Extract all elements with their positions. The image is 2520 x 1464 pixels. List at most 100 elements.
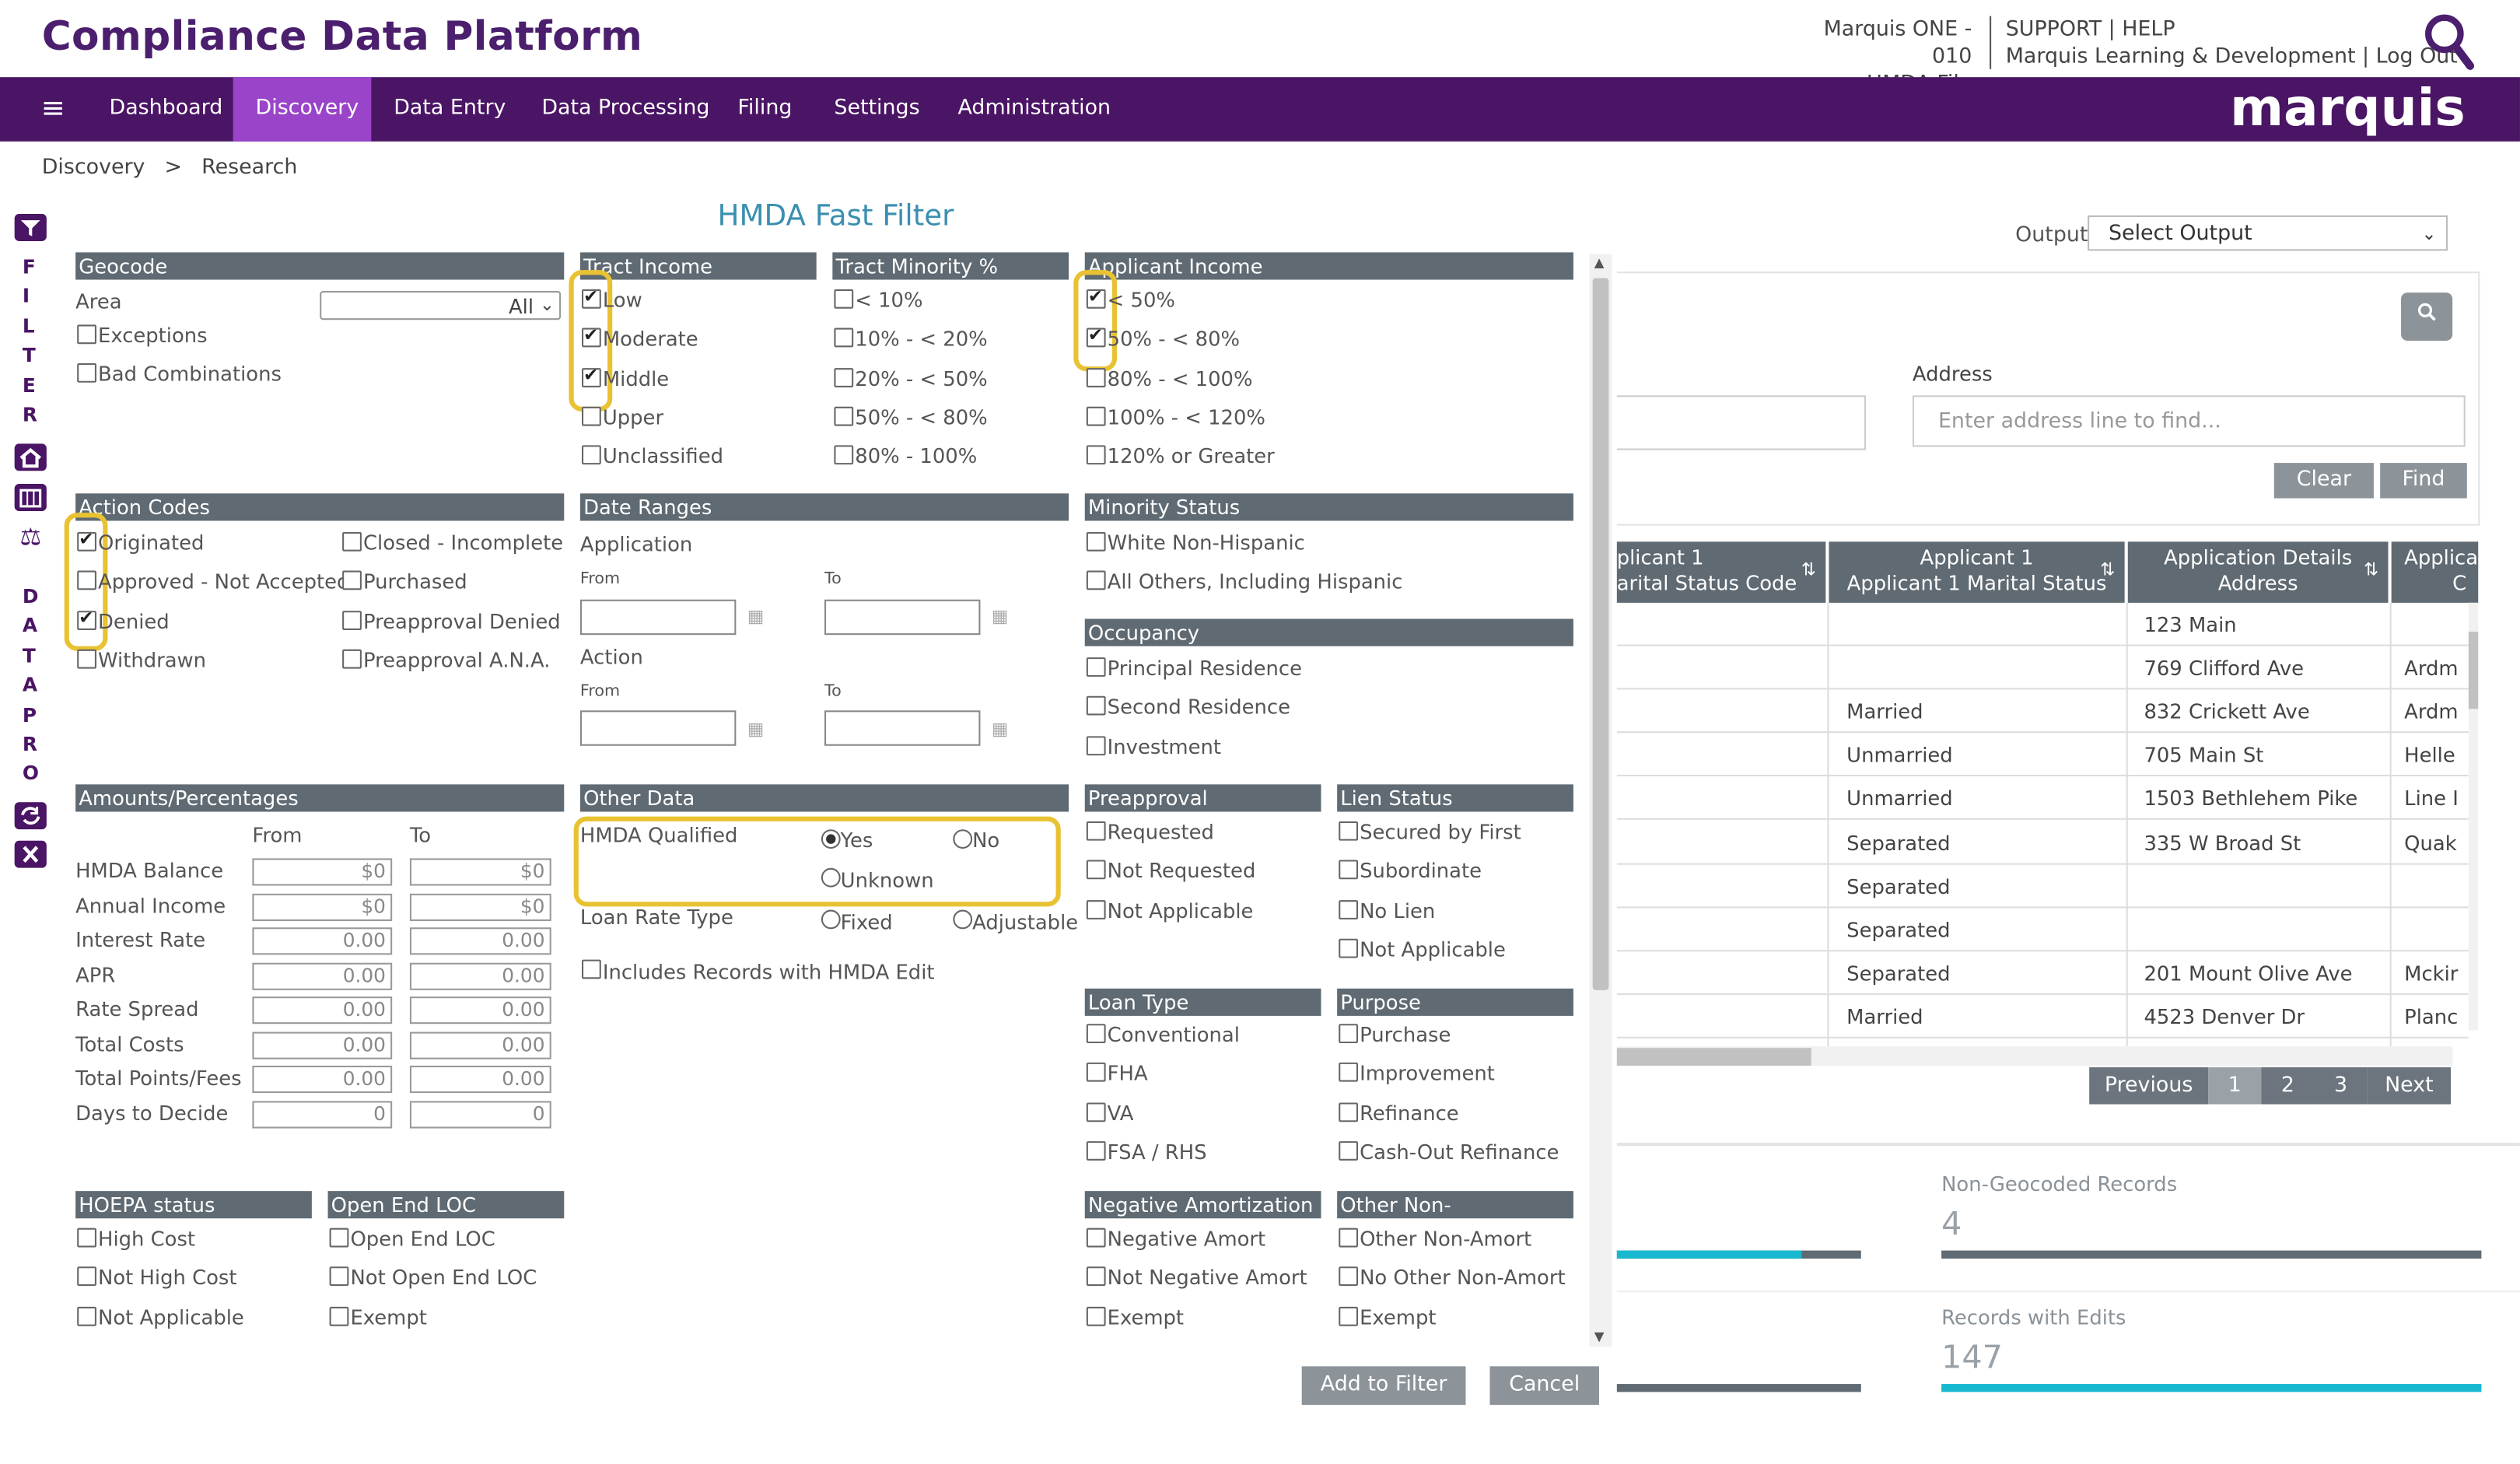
- previous-page-button[interactable]: Previous: [2089, 1067, 2209, 1105]
- support-help-link[interactable]: SUPPORT | HELP: [2006, 16, 2458, 44]
- horizontal-scroll-thumb[interactable]: [1616, 1048, 1811, 1066]
- find-button[interactable]: Find: [2380, 463, 2467, 499]
- denied-checkbox[interactable]: [77, 607, 96, 630]
- includes-edit-checkbox[interactable]: [582, 959, 601, 979]
- 10-checkbox[interactable]: [834, 289, 854, 309]
- approved-not-accepted-checkbox[interactable]: [77, 571, 96, 590]
- scroll-down-icon[interactable]: ▼: [1594, 1329, 1605, 1344]
- all-others-including-hispanic-checkbox[interactable]: [1086, 571, 1106, 590]
- 20-50-checkbox[interactable]: [834, 367, 854, 387]
- total-costs-to-input[interactable]: 0.00: [409, 1031, 551, 1059]
- withdrawn-checkbox[interactable]: [77, 649, 96, 669]
- white-non-hispanic-checkbox[interactable]: [1086, 531, 1106, 552]
- low-checkbox[interactable]: [582, 286, 601, 309]
- days-to-decide-to-input[interactable]: 0: [409, 1100, 551, 1128]
- action-from-date[interactable]: [579, 710, 737, 746]
- table-row[interactable]: Separated: [1616, 864, 2469, 908]
- vertical-scroll-thumb[interactable]: [2468, 632, 2479, 709]
- table-row[interactable]: Separated 335 W Broad St Quak: [1616, 821, 2469, 864]
- interest-rate-from-input[interactable]: 0.00: [252, 927, 393, 955]
- no-lien-checkbox[interactable]: [1339, 899, 1359, 919]
- subordinate-checkbox[interactable]: [1339, 860, 1359, 880]
- unclassified-checkbox[interactable]: [582, 445, 601, 465]
- close-icon[interactable]: [14, 840, 47, 870]
- calendar-icon[interactable]: ▦: [747, 719, 765, 740]
- secured-by-first-checkbox[interactable]: [1339, 821, 1359, 841]
- other-non-amort-checkbox[interactable]: [1339, 1228, 1359, 1248]
- table-row[interactable]: Separated 201 Mount Olive Ave Mckir: [1616, 951, 2469, 995]
- no-other-non-amort-checkbox[interactable]: [1339, 1266, 1359, 1287]
- not-negative-amort-checkbox[interactable]: [1086, 1266, 1106, 1287]
- annual-income-to-input[interactable]: $0: [409, 892, 551, 920]
- preapproval-denied-checkbox[interactable]: [342, 610, 362, 630]
- not-open-end-loc-checkbox[interactable]: [329, 1266, 349, 1287]
- rate-spread-to-input[interactable]: 0.00: [409, 996, 551, 1024]
- scales-icon[interactable]: ⚖: [15, 523, 47, 552]
- total-points-fees-to-input[interactable]: 0.00: [409, 1065, 551, 1094]
- search-toggle-button[interactable]: [2401, 292, 2453, 341]
- hamburger-icon[interactable]: ≡: [32, 77, 74, 142]
- output-select[interactable]: Select Output ⌄: [2088, 215, 2448, 251]
- requested-checkbox[interactable]: [1086, 821, 1106, 841]
- hmda-balance-to-input[interactable]: $0: [409, 858, 551, 886]
- exempt-checkbox[interactable]: [329, 1306, 349, 1326]
- 50-checkbox[interactable]: [1086, 286, 1106, 309]
- calendar-icon[interactable]: ▦: [992, 606, 1009, 627]
- sort-icon[interactable]: ⇅: [2100, 558, 2115, 583]
- nav-data-entry[interactable]: Data Entry: [371, 77, 528, 142]
- annual-income-from-input[interactable]: $0: [252, 892, 393, 920]
- fsa-rhs-checkbox[interactable]: [1086, 1140, 1106, 1161]
- moderate-checkbox[interactable]: [582, 325, 601, 348]
- upper-checkbox[interactable]: [582, 406, 601, 426]
- principal-residence-checkbox[interactable]: [1086, 657, 1106, 677]
- application-to-date[interactable]: [824, 599, 981, 636]
- sort-icon[interactable]: ⇅: [1801, 558, 1816, 583]
- nav-settings[interactable]: Settings: [811, 77, 942, 142]
- col-marital-status[interactable]: Applicant 1 Applicant 1 Marital Status ⇅: [1829, 541, 2125, 603]
- not-applicable-checkbox[interactable]: [1086, 899, 1106, 919]
- nav-administration[interactable]: Administration: [936, 77, 1133, 142]
- middle-checkbox[interactable]: [582, 364, 601, 387]
- table-row[interactable]: Married 4523 Denver Dr Planc: [1616, 995, 2469, 1038]
- building-icon[interactable]: [14, 483, 47, 513]
- exempt-checkbox[interactable]: [1086, 1306, 1106, 1326]
- total-costs-from-input[interactable]: 0.00: [252, 1031, 393, 1059]
- 50-80-checkbox[interactable]: [1086, 325, 1106, 348]
- calendar-icon[interactable]: ▦: [747, 606, 765, 627]
- va-checkbox[interactable]: [1086, 1102, 1106, 1122]
- search-icon[interactable]: [2424, 13, 2475, 78]
- table-row[interactable]: Married 832 Crickett Ave Ardm: [1616, 690, 2469, 734]
- negative-amort-checkbox[interactable]: [1086, 1228, 1106, 1248]
- apr-from-input[interactable]: 0.00: [252, 961, 393, 989]
- action-to-date[interactable]: [824, 710, 981, 746]
- 10-20-checkbox[interactable]: [834, 328, 854, 348]
- cash-out-refinance-checkbox[interactable]: [1339, 1140, 1359, 1161]
- originated-checkbox[interactable]: [77, 529, 96, 552]
- table-row[interactable]: 123 Main: [1616, 603, 2469, 646]
- hmda-balance-from-input[interactable]: $0: [252, 858, 393, 886]
- col-city[interactable]: Applica C: [2391, 541, 2479, 603]
- table-row[interactable]: Separated: [1616, 908, 2469, 951]
- investment-checkbox[interactable]: [1086, 735, 1106, 755]
- clear-button[interactable]: Clear: [2273, 463, 2374, 499]
- purchased-checkbox[interactable]: [342, 571, 362, 590]
- breadcrumb-parent[interactable]: Discovery: [42, 156, 145, 180]
- nav-dashboard[interactable]: Dashboard: [87, 77, 246, 142]
- preapproval-a-n-a-checkbox[interactable]: [342, 649, 362, 669]
- page-3-button[interactable]: 3: [2314, 1067, 2368, 1105]
- application-from-date[interactable]: [579, 599, 737, 636]
- col-address[interactable]: Application Details Address ⇅: [2127, 541, 2389, 603]
- name-search-input[interactable]: [1616, 395, 1866, 450]
- closed-incomplete-checkbox[interactable]: [342, 531, 362, 552]
- exceptions-checkbox[interactable]: [77, 324, 96, 345]
- nav-discovery[interactable]: Discovery: [233, 77, 372, 142]
- interest-rate-to-input[interactable]: 0.00: [409, 927, 551, 955]
- not-applicable-checkbox[interactable]: [77, 1306, 96, 1326]
- 80-100-checkbox[interactable]: [834, 445, 854, 465]
- adjustable-radio[interactable]: [953, 909, 973, 930]
- nav-data-processing[interactable]: Data Processing: [519, 77, 732, 142]
- cancel-button[interactable]: Cancel: [1489, 1366, 1599, 1405]
- open-end-loc-checkbox[interactable]: [329, 1228, 349, 1248]
- table-row[interactable]: 769 Clifford Ave Ardm: [1616, 646, 2469, 690]
- rate-spread-from-input[interactable]: 0.00: [252, 996, 393, 1024]
